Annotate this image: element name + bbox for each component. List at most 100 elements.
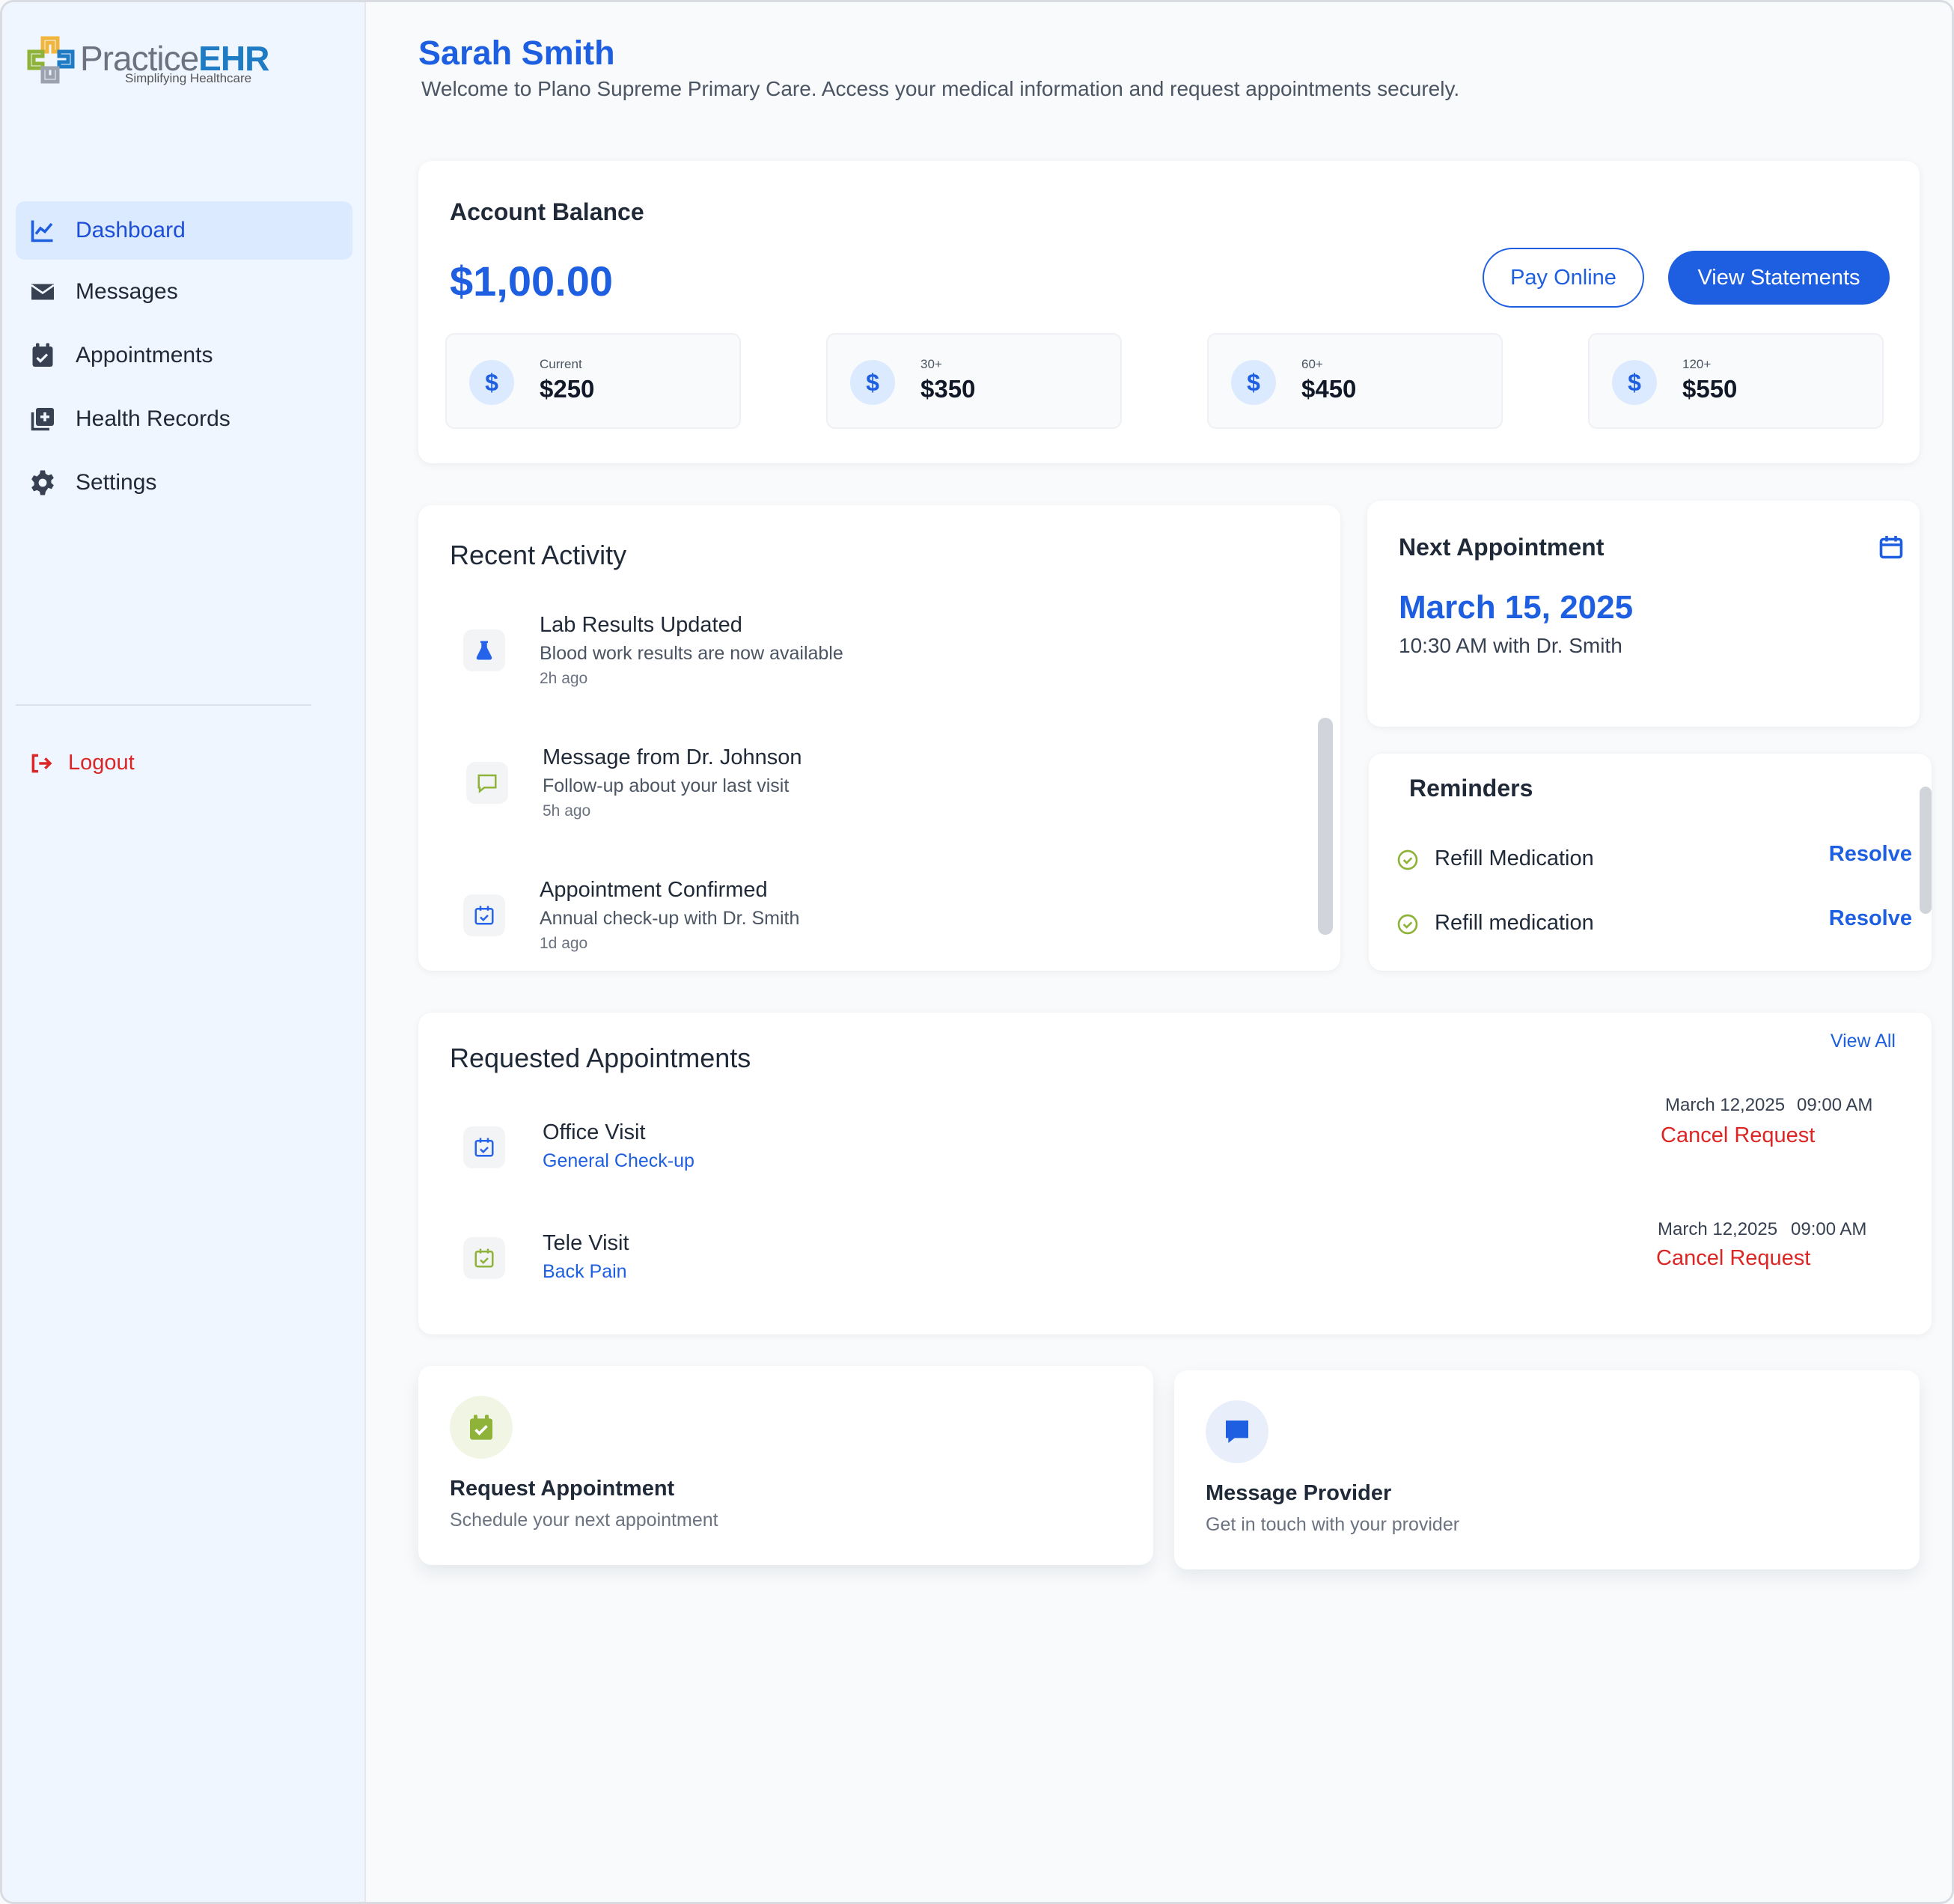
list-item[interactable]: Message from Dr. Johnson Follow-up about… <box>463 745 1212 835</box>
request-date: March 12,2025 <box>1665 1095 1786 1115</box>
chat-bubble-icon <box>1226 1421 1248 1443</box>
app-window: PracticeEHR Simplifying Healthcare Dashb… <box>0 0 1954 1904</box>
reminder-text: Refill Medication <box>1435 846 1594 870</box>
sidebar: PracticeEHR Simplifying Healthcare Dashb… <box>2 2 366 1902</box>
request-icon-wrap <box>463 1237 505 1279</box>
message-provider-icon-wrap <box>1206 1400 1268 1463</box>
sidebar-item-label: Messages <box>76 279 178 304</box>
next-appointment-detail: 10:30 AM with Dr. Smith <box>1399 634 1622 657</box>
request-time: 09:00 AM <box>1791 1219 1867 1239</box>
next-appointment-title: Next Appointment <box>1399 534 1605 561</box>
check-circle-icon <box>1397 914 1418 935</box>
view-all-link[interactable]: View All <box>1831 1031 1896 1052</box>
activity-time: 2h ago <box>540 670 588 687</box>
sidebar-item-dashboard[interactable]: Dashboard <box>16 201 352 260</box>
dollar-icon: $ <box>1612 360 1657 405</box>
activity-title: Lab Results Updated <box>540 613 742 637</box>
aging-30: $ 30+ $350 <box>826 333 1122 429</box>
cross-logo-icon <box>27 36 75 84</box>
request-appointment-icon-wrap <box>450 1396 513 1459</box>
next-appointment-card: Next Appointment March 15, 2025 10:30 AM… <box>1367 501 1920 727</box>
recent-activity-title: Recent Activity <box>450 540 627 570</box>
dollar-icon: $ <box>850 360 895 405</box>
activity-icon-wrap <box>463 629 505 671</box>
next-appointment-date: March 15, 2025 <box>1399 589 1634 626</box>
pay-online-button[interactable]: Pay Online <box>1483 248 1644 308</box>
reminders-title: Reminders <box>1409 775 1533 802</box>
request-appointment-title: Request Appointment <box>450 1477 675 1501</box>
sidebar-item-appointments[interactable]: Appointments <box>16 326 352 385</box>
request-type: Office Visit <box>543 1120 646 1144</box>
calendar-check-icon <box>474 906 494 925</box>
aging-60: $ 60+ $450 <box>1207 333 1503 429</box>
aging-value: $550 <box>1682 375 1738 403</box>
cancel-request-button[interactable]: Cancel Request <box>1656 1246 1810 1271</box>
aging-value: $450 <box>1301 375 1357 403</box>
check-circle-icon <box>1397 849 1418 870</box>
sidebar-item-label: Dashboard <box>76 218 186 242</box>
message-provider-card[interactable]: Message Provider Get in touch with your … <box>1174 1370 1920 1569</box>
activity-title: Appointment Confirmed <box>540 878 768 902</box>
sidebar-item-label: Appointments <box>76 343 213 367</box>
activity-description: Blood work results are now available <box>540 643 843 664</box>
sidebar-item-messages[interactable]: Messages <box>16 263 352 321</box>
patient-name: Sarah Smith <box>418 34 615 72</box>
aging-label: 120+ <box>1682 357 1712 371</box>
chart-line-icon <box>31 220 53 242</box>
request-date: March 12,2025 <box>1658 1219 1778 1239</box>
sidebar-item-label: Settings <box>76 470 157 495</box>
aging-label: 30+ <box>920 357 942 371</box>
sign-out-icon <box>31 754 52 772</box>
calendar-check-icon <box>474 1138 494 1157</box>
account-balance-card: Account Balance $1,00.00 Pay Online View… <box>418 161 1920 463</box>
reminder-item: Refill medication Resolve <box>1396 906 1912 944</box>
message-provider-title: Message Provider <box>1206 1481 1392 1505</box>
reminder-item: Refill Medication Resolve <box>1396 842 1912 879</box>
activity-icon-wrap <box>466 762 508 804</box>
balance-amount: $1,00.00 <box>450 257 613 305</box>
view-statements-button[interactable]: View Statements <box>1668 251 1890 305</box>
list-item[interactable]: Appointment Confirmed Annual check-up wi… <box>463 878 1212 968</box>
aging-label: 60+ <box>1301 357 1323 371</box>
calendar-check-icon <box>470 1415 492 1440</box>
activity-title: Message from Dr. Johnson <box>543 745 802 769</box>
requested-appointments-card: Requested Appointments View All Office V… <box>418 1013 1932 1334</box>
sidebar-divider <box>16 704 311 706</box>
activity-icon-wrap <box>463 894 505 936</box>
recent-activity-card: Recent Activity Lab Results Updated Bloo… <box>418 505 1340 971</box>
calendar-check-icon <box>32 343 53 367</box>
activity-description: Annual check-up with Dr. Smith <box>540 908 800 929</box>
medical-folder-icon <box>31 408 54 431</box>
activity-scrollbar[interactable] <box>1318 718 1333 935</box>
logout-button[interactable]: Logout <box>29 751 135 775</box>
chat-bubble-icon <box>477 774 497 793</box>
request-appointment-subtitle: Schedule your next appointment <box>450 1510 718 1531</box>
dollar-icon: $ <box>1231 360 1276 405</box>
logout-label: Logout <box>68 751 135 775</box>
reminders-scrollbar[interactable] <box>1920 787 1932 914</box>
calendar-icon[interactable] <box>1878 534 1905 561</box>
cancel-request-button[interactable]: Cancel Request <box>1661 1123 1815 1148</box>
dollar-icon: $ <box>469 360 514 405</box>
resolve-button[interactable]: Resolve <box>1829 842 1912 867</box>
requested-appointments-title: Requested Appointments <box>450 1043 751 1073</box>
sidebar-item-settings[interactable]: Settings <box>16 454 352 512</box>
welcome-message: Welcome to Plano Supreme Primary Care. A… <box>421 77 1460 100</box>
calendar-check-icon <box>474 1248 494 1268</box>
resolve-button[interactable]: Resolve <box>1829 906 1912 931</box>
request-type: Tele Visit <box>543 1231 629 1255</box>
request-time: 09:00 AM <box>1797 1095 1873 1115</box>
request-appointment-card[interactable]: Request Appointment Schedule your next a… <box>418 1366 1153 1565</box>
list-item[interactable]: Lab Results Updated Blood work results a… <box>463 613 1212 703</box>
reminders-card: Reminders Refill Medication Resolve Refi… <box>1369 754 1932 971</box>
gear-icon <box>31 470 54 495</box>
activity-time: 5h ago <box>543 802 591 820</box>
account-balance-title: Account Balance <box>450 198 644 225</box>
brand-tagline: Simplifying Healthcare <box>125 71 252 85</box>
sidebar-item-label: Health Records <box>76 406 230 431</box>
aging-label: Current <box>540 357 582 371</box>
aging-value: $250 <box>540 375 595 403</box>
activity-description: Follow-up about your last visit <box>543 775 790 796</box>
sidebar-item-health-records[interactable]: Health Records <box>16 390 352 448</box>
aging-value: $350 <box>920 375 976 403</box>
